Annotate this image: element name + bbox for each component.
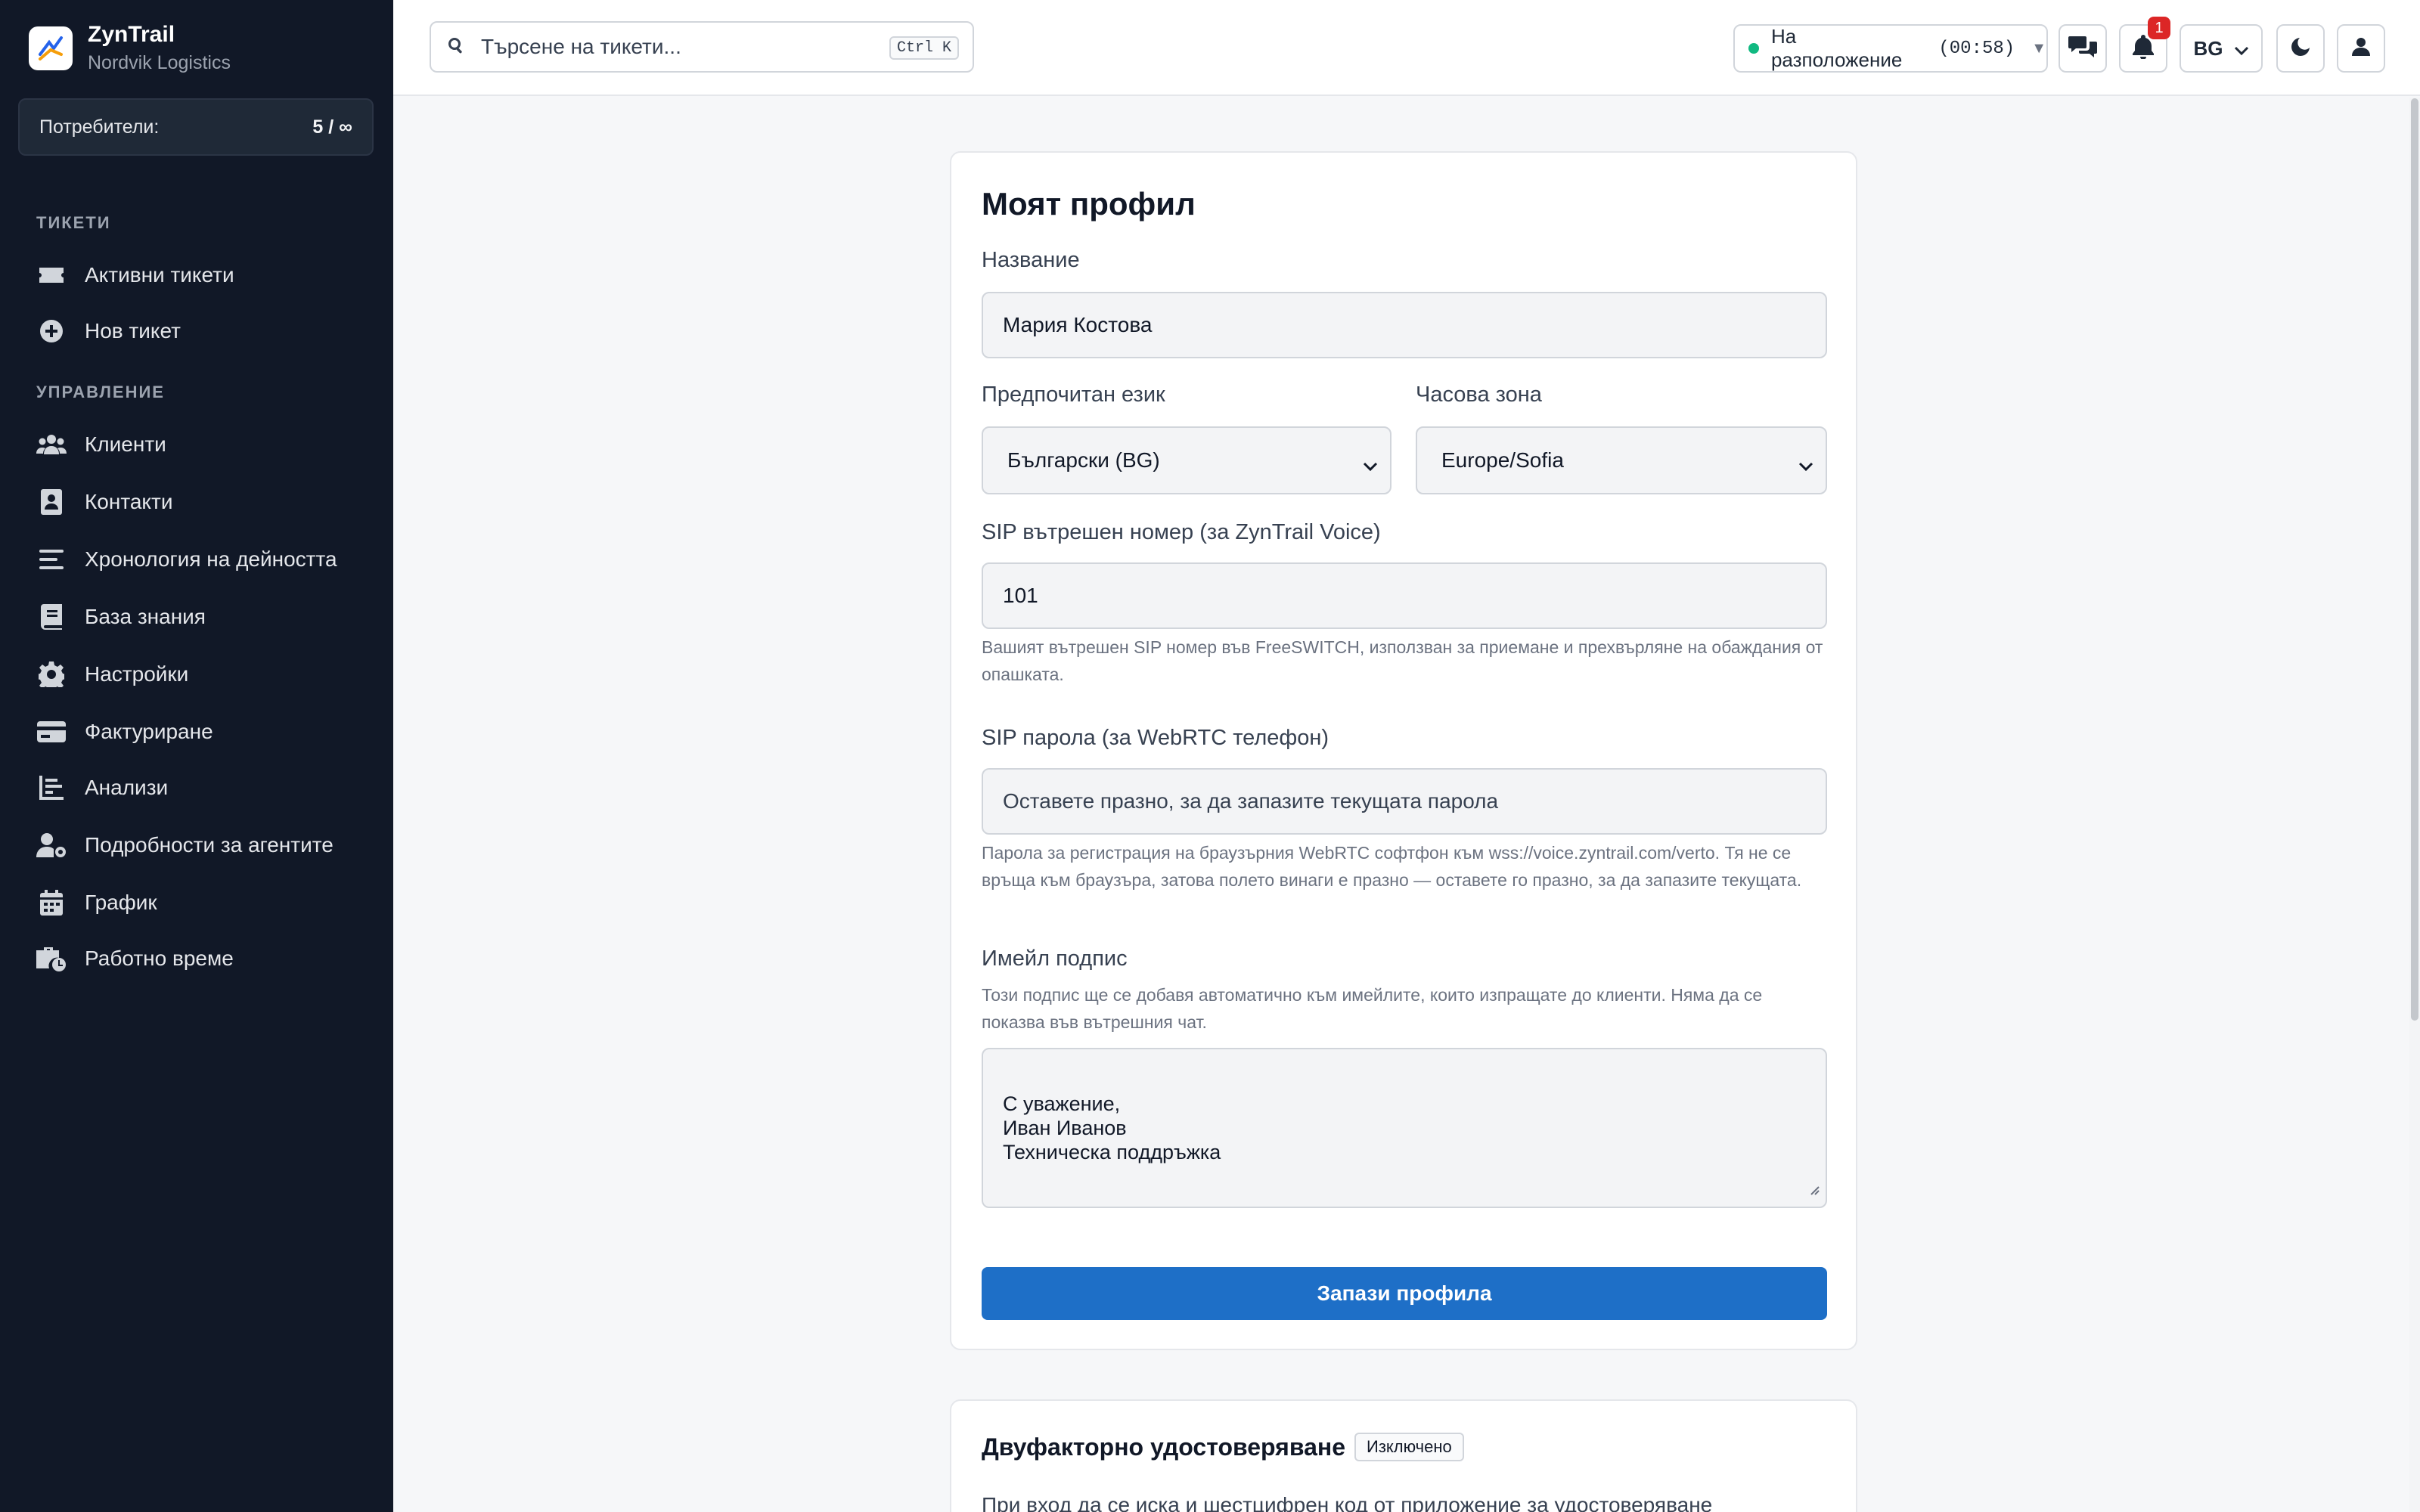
topbar: Ctrl K На разположение (00:58) ▼ 1 BG [393,0,2420,96]
sidebar-item-label: Нов тикет [85,319,181,342]
sidebar-item-schedule[interactable]: График [36,881,157,924]
contact-card-icon [36,487,67,517]
users-label: Потребители: [39,116,160,138]
sidebar-item-working-hours[interactable]: Работно време [36,937,234,980]
two-factor-description: При вход да се иска и шестцифрен код от … [982,1493,1713,1512]
name-label: Название [982,248,1080,272]
two-factor-card: Двуфакторно удостоверяване Изключено При… [950,1399,1857,1512]
timezone-label: Часова зона [1416,383,1542,407]
timezone-value: Europe/Sofia [1441,448,1564,472]
users-count: 5 / ∞ [312,116,352,138]
sidebar-item-label: База знания [85,605,206,628]
credit-card-icon [36,717,67,747]
plus-circle-icon [36,316,67,346]
sip-extension-field[interactable] [982,562,1827,629]
chat-bubbles-icon [2068,35,2097,63]
chevron-down-icon [1798,452,1813,476]
two-factor-title: Двуфакторно удостоверяване Изключено [982,1433,1464,1461]
brand-logo [29,26,73,70]
sip-password-label: SIP парола (за WebRTC телефон) [982,726,1329,750]
preferred-language-select[interactable]: Български (BG) [982,426,1392,494]
signature-help: Този подпис ще се добавя автоматично към… [982,985,1763,1032]
user-menu-button[interactable] [2337,24,2385,73]
sidebar: ZynTrail Nordvik Logistics Потребители: … [0,0,393,1512]
language-select[interactable]: BG [2180,24,2263,73]
brand-org: Nordvik Logistics [88,51,231,73]
sip-password-help: Парола за регистрация на браузърния WebR… [982,843,1802,890]
sidebar-item-knowledge-base[interactable]: База знания [36,596,206,638]
sidebar-item-label: Анализи [85,776,169,799]
signature-label: Имейл подпис [982,947,1128,971]
sidebar-item-analytics[interactable]: Анализи [36,767,168,809]
sidebar-item-clients[interactable]: Клиенти [36,423,166,466]
chat-button[interactable] [2059,24,2107,73]
page-title: Моят профил [982,186,1196,222]
resize-handle-icon[interactable] [1807,1152,1820,1201]
sidebar-item-agent-details[interactable]: Подробности за агентите [36,824,334,866]
email-signature-textarea[interactable]: С уважение, Иван Иванов Техническа поддр… [982,1048,1827,1208]
lines-icon [36,544,67,575]
ticket-search[interactable]: Ctrl K [430,21,974,73]
save-profile-button[interactable]: Запази профила [982,1267,1827,1320]
notifications-badge: 1 [2148,17,2170,39]
users-icon [36,429,67,460]
sip-extension-help: Вашият вътрешен SIP номер във FreeSWITCH… [982,637,1823,684]
sidebar-item-activity-timeline[interactable]: Хронология на дейността [36,538,337,581]
preferred-language-value: Български (BG) [1007,448,1160,472]
sidebar-item-new-ticket[interactable]: Нов тикет [36,310,181,352]
language-label: Предпочитан език [982,383,1165,407]
sip-password-field[interactable] [982,768,1827,835]
two-factor-heading: Двуфакторно удостоверяване [982,1433,1346,1461]
briefcase-clock-icon [36,943,67,974]
timezone-select[interactable]: Europe/Sofia [1416,426,1827,494]
profile-card: Моят профил Название Предпочитан език Бъ… [950,151,1857,1350]
sidebar-item-label: Подробности за агентите [85,833,334,857]
user-cog-icon [36,830,67,860]
chevron-down-icon [1363,452,1378,476]
brand[interactable]: ZynTrail Nordvik Logistics [0,0,393,96]
availability-status-button[interactable]: На разположение (00:58) ▼ [1733,24,2048,73]
sidebar-item-label: Клиенти [85,432,166,456]
chart-icon [36,773,67,803]
notifications-button[interactable]: 1 [2119,17,2170,73]
scrollbar-thumb[interactable] [2411,98,2418,1021]
sidebar-item-label: Активни тикети [85,263,234,287]
sidebar-item-settings[interactable]: Настройки [36,653,188,696]
status-label: На разположение [1770,25,1903,71]
theme-toggle-button[interactable] [2276,24,2325,73]
nav-section-tickets: ТИКЕТИ [36,213,111,232]
nav-section-management: УПРАВЛЕНИЕ [36,383,165,401]
sidebar-item-label: Работно време [85,947,234,970]
user-icon [2352,37,2370,60]
calendar-icon [36,888,67,918]
search-icon [448,37,464,57]
signature-text: С уважение, Иван Иванов Техническа поддр… [1003,1092,1221,1163]
sidebar-item-label: Контакти [85,490,173,513]
sidebar-item-label: Настройки [85,662,189,686]
chevron-down-icon [2234,37,2249,60]
sidebar-item-contacts[interactable]: Контакти [36,481,172,523]
caret-down-icon: ▼ [2031,39,2046,57]
ticket-icon [36,260,67,290]
sidebar-item-label: Хронология на дейността [85,547,337,571]
sidebar-item-active-tickets[interactable]: Активни тикети [36,254,234,296]
moon-icon [2291,37,2310,60]
search-input[interactable] [481,35,874,59]
users-quota: Потребители: 5 / ∞ [18,98,374,156]
sidebar-item-billing[interactable]: Фактуриране [36,711,213,753]
status-badge: Изключено [1354,1433,1464,1461]
language-code: BG [2193,36,2223,60]
status-dot [1748,43,1759,54]
sip-extension-label: SIP вътрешен номер (за ZynTrail Voice) [982,520,1381,544]
status-time: (00:58) [1938,38,2015,59]
sidebar-item-label: График [85,891,157,914]
search-shortcut: Ctrl K [889,36,959,60]
brand-name: ZynTrail [88,21,175,47]
sidebar-item-label: Фактуриране [85,720,213,743]
book-icon [36,602,67,632]
name-field[interactable] [982,292,1827,358]
gear-icon [36,659,67,689]
